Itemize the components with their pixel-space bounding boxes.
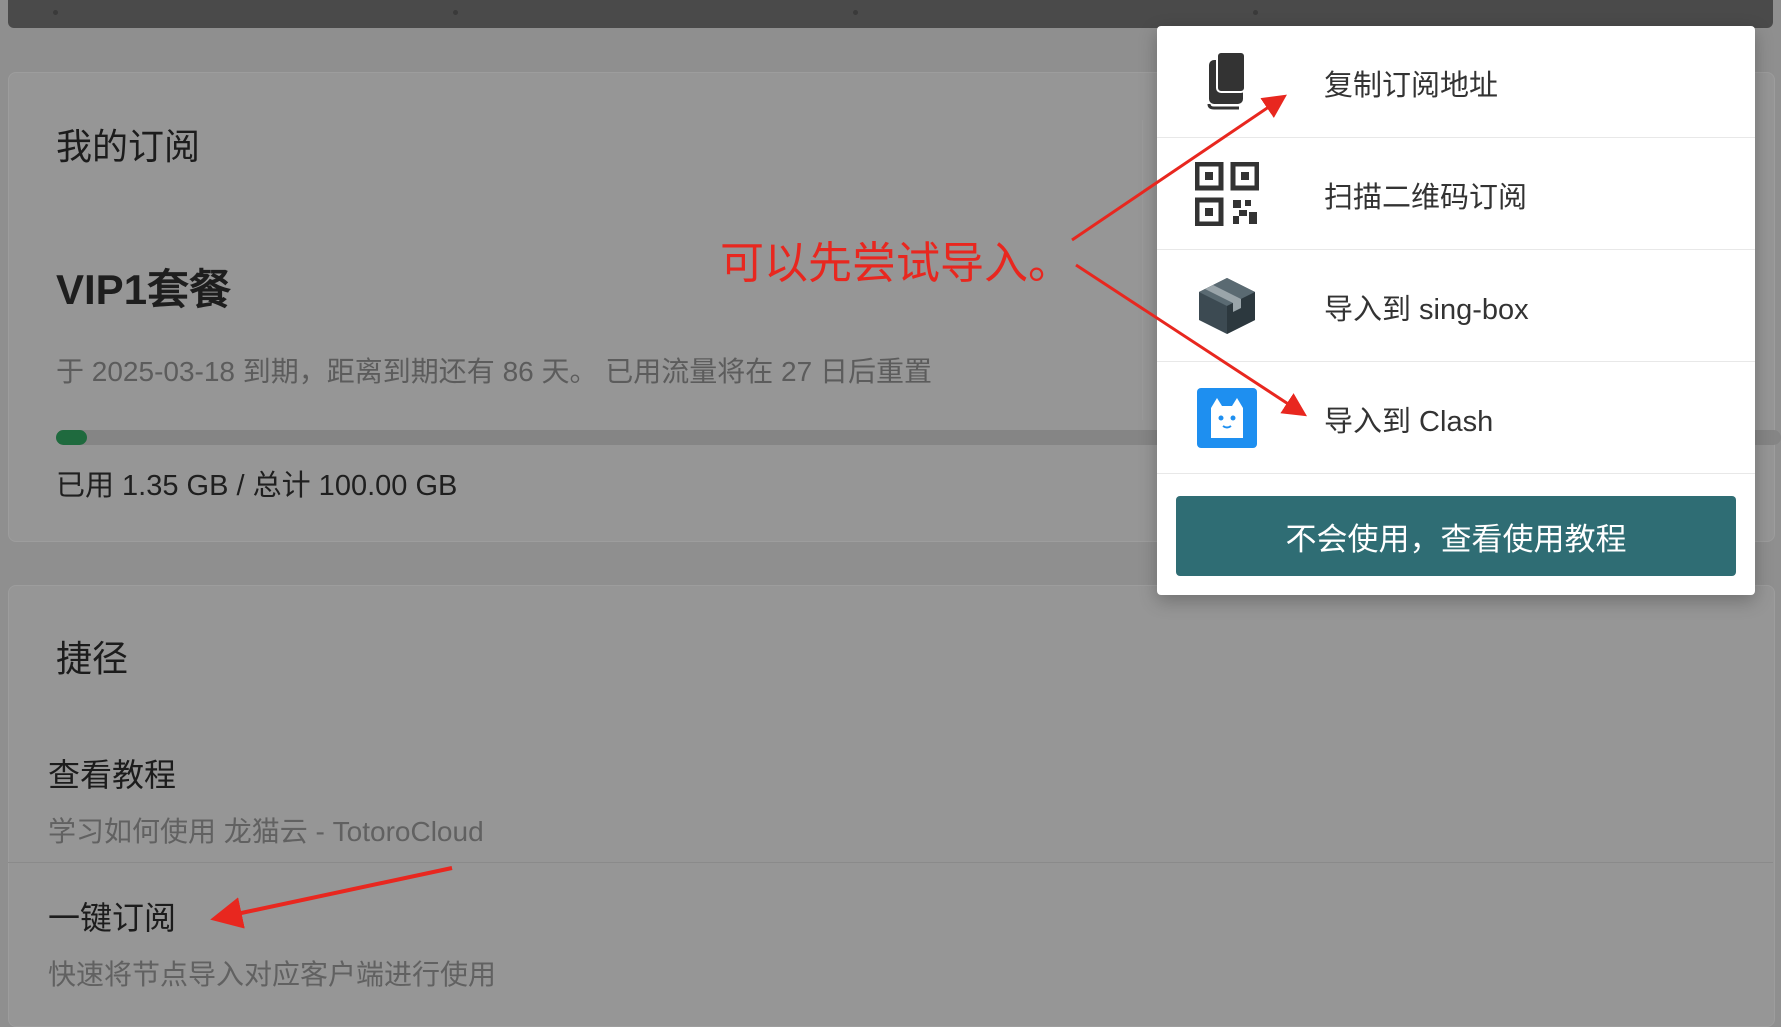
box-icon: [1199, 278, 1255, 334]
nav-dot: [53, 10, 58, 15]
shortcut-name: 一键订阅: [48, 900, 177, 936]
shortcut-desc: 快速将节点导入对应客户端进行使用: [48, 959, 497, 990]
view-tutorial-button[interactable]: 不会使用，查看使用教程: [1176, 496, 1736, 576]
shortcut-view-tutorial[interactable]: 查看教程 学习如何使用 龙猫云 - TotoroCloud: [48, 750, 484, 850]
annotation-text: 可以先尝试导入。: [720, 239, 1072, 288]
traffic-progress-fill: [56, 430, 87, 445]
subscription-title: 我的订阅: [56, 126, 201, 167]
menu-item-label: 复制订阅地址: [1324, 70, 1499, 102]
traffic-usage: 已用 1.35 GB / 总计 100.00 GB: [56, 470, 458, 502]
subscribe-dropdown-menu: 复制订阅地址 扫描二维码订阅 导入到 sing-box 导入到 Clash 不会…: [1157, 26, 1755, 595]
clash-cat-icon: [1197, 388, 1257, 448]
nav-dot: [853, 10, 858, 15]
menu-item-import-clash[interactable]: 导入到 Clash: [1157, 362, 1755, 474]
menu-item-scan-qr[interactable]: 扫描二维码订阅: [1157, 138, 1755, 250]
menu-item-label: 扫描二维码订阅: [1324, 182, 1528, 214]
nav-dot: [1253, 10, 1258, 15]
shortcut-one-click-subscribe[interactable]: 一键订阅 快速将节点导入对应客户端进行使用: [48, 893, 496, 993]
menu-item-label: 导入到 Clash: [1324, 406, 1494, 438]
shortcuts-title: 捷径: [56, 638, 129, 679]
copy-icon: [1207, 51, 1246, 110]
plan-name: VIP1套餐: [56, 266, 232, 313]
menu-item-copy-url[interactable]: 复制订阅地址: [1157, 26, 1755, 138]
shortcut-desc: 学习如何使用 龙猫云 - TotoroCloud: [48, 816, 484, 847]
card-divider: [1142, 120, 1143, 420]
top-nav-bar: [8, 0, 1773, 28]
shortcut-divider: [8, 862, 1773, 863]
shortcut-name: 查看教程: [48, 757, 177, 793]
menu-item-import-singbox[interactable]: 导入到 sing-box: [1157, 250, 1755, 362]
expire-info: 于 2025-03-18 到期，距离到期还有 86 天。 已用流量将在 27 日…: [56, 356, 932, 387]
qr-code-icon: [1195, 162, 1259, 226]
nav-dot: [453, 10, 458, 15]
menu-item-label: 导入到 sing-box: [1324, 294, 1529, 326]
